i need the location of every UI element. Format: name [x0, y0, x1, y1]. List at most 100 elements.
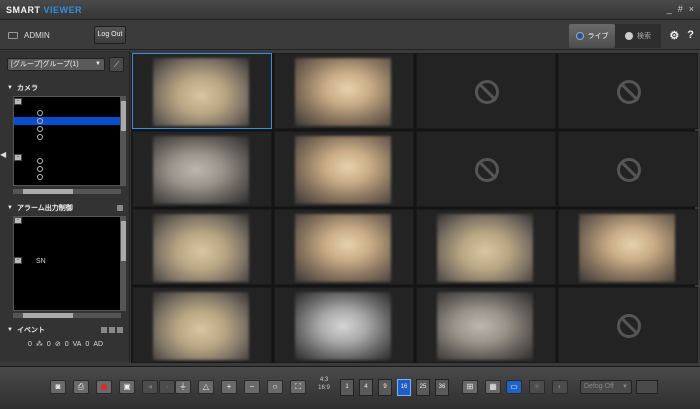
camera-feed [579, 214, 675, 282]
tree-node-icon[interactable]: - [14, 98, 22, 105]
video-tile[interactable] [416, 53, 556, 129]
video-tile[interactable] [132, 209, 272, 285]
video-tile[interactable] [416, 131, 556, 207]
record-button[interactable] [96, 380, 112, 394]
alarm-node-label: SN [36, 257, 46, 265]
split-16-button[interactable]: 16 [397, 379, 411, 396]
video-tile[interactable] [416, 287, 556, 363]
tab-search-label: 検索 [637, 33, 651, 40]
event-filter-icon[interactable] [101, 327, 107, 333]
alarm-section-header[interactable]: ▼ アラーム出力制御 [7, 202, 125, 213]
tree-row[interactable] [14, 157, 120, 165]
alarm-control-icon[interactable] [117, 205, 123, 211]
alarm-out-button[interactable]: ⏚ [175, 380, 191, 394]
camera-section-header[interactable]: ▼ カメラ [7, 82, 125, 93]
defog-value: Defog Off [584, 383, 614, 390]
aspect-bottom: 16:9 [318, 385, 330, 391]
split-25-button[interactable]: 25 [416, 379, 430, 396]
video-tile[interactable] [558, 287, 698, 363]
playback-button[interactable]: ▣ [119, 380, 135, 394]
app-brand: SMART VIEWER [6, 5, 82, 15]
camera-icon [37, 158, 43, 164]
video-tile[interactable] [274, 53, 414, 129]
camera-feed [153, 214, 249, 282]
fullscreen-button[interactable]: ⛶ [290, 380, 306, 394]
tab-live[interactable]: ライブ [569, 24, 615, 48]
event-count: 0 [85, 340, 90, 348]
group-edit-button[interactable]: ⟋ [109, 57, 124, 72]
camera-feed [295, 136, 391, 204]
split-1-button[interactable]: 1 [340, 379, 354, 396]
tree-row[interactable] [14, 125, 120, 133]
tree-row[interactable] [14, 109, 120, 117]
close-button[interactable]: × [689, 4, 694, 14]
mic-icon[interactable]: ◦ [159, 380, 175, 394]
tree-row[interactable] [14, 173, 120, 181]
video-tile[interactable] [558, 131, 698, 207]
alarm-tree[interactable]: SN [13, 216, 121, 311]
video-grid [131, 53, 698, 363]
alarm-node-row[interactable]: SN [14, 257, 120, 265]
event-count: 0 [64, 340, 69, 348]
collapse-icon: ▼ [7, 204, 13, 211]
group-select[interactable]: [グループ]グループ(1) ▼ [7, 58, 105, 71]
defog-select[interactable]: Defog Off ▼ [580, 380, 632, 394]
video-tile[interactable] [558, 53, 698, 129]
scroll-thumb[interactable] [23, 189, 73, 194]
zoom-fit-button[interactable]: ○ [267, 380, 283, 394]
scroll-thumb[interactable] [23, 313, 73, 318]
alarm-tree-hscroll[interactable] [13, 313, 121, 318]
snapshot-button[interactable]: ◙ [50, 380, 66, 394]
video-tile[interactable] [132, 287, 272, 363]
tree-node-icon[interactable]: - [14, 217, 22, 224]
tab-live-label: ライブ [587, 33, 609, 40]
video-tile[interactable] [132, 53, 272, 129]
logout-button[interactable]: Log Out [94, 26, 126, 44]
defog-level[interactable] [636, 380, 658, 394]
sequence-button[interactable]: ⊞ [462, 380, 478, 394]
tree-row[interactable] [14, 165, 120, 173]
event-section-title: イベント [16, 326, 45, 334]
tab-search[interactable]: 検索 [615, 24, 661, 48]
video-tile[interactable] [274, 131, 414, 207]
brand-smart: SMART [6, 5, 41, 15]
alarm-tree-scrollbar[interactable] [121, 216, 126, 311]
gear-icon[interactable]: ⚙ [669, 29, 679, 42]
no-signal-icon [475, 80, 499, 104]
layout-button[interactable]: ▦ [485, 380, 501, 394]
brightness-icon[interactable]: ✳ [529, 380, 545, 394]
minimize-button[interactable]: _ [667, 4, 672, 14]
zoom-out-button[interactable]: − [244, 380, 260, 394]
ptz-button[interactable]: △ [198, 380, 214, 394]
split-9-button[interactable]: 9 [378, 379, 392, 396]
tree-row[interactable] [14, 133, 120, 141]
sidebar-collapse-icon[interactable]: ◀ [0, 150, 6, 162]
zoom-in-button[interactable]: + [221, 380, 237, 394]
contrast-icon[interactable]: ◐ [552, 380, 568, 394]
aspect-ratio-toggle[interactable]: 4:3 16:9 [313, 376, 335, 398]
scroll-thumb[interactable] [121, 101, 126, 131]
split-4-button[interactable]: 4 [359, 379, 373, 396]
video-tile[interactable] [558, 209, 698, 285]
print-button[interactable]: ⎙ [73, 380, 89, 394]
camera-tree[interactable] [13, 96, 121, 186]
maximize-button[interactable]: # [678, 4, 683, 14]
audio-icon[interactable]: ◂ [142, 380, 158, 394]
video-tile[interactable] [132, 131, 272, 207]
help-icon[interactable]: ? [687, 29, 694, 42]
camera-tree-hscroll[interactable] [13, 189, 121, 194]
tree-row-selected[interactable] [14, 117, 120, 125]
split-36-button[interactable]: 36 [435, 379, 449, 396]
event-list-icon[interactable] [117, 327, 123, 333]
group-select-value: [グループ]グループ(1) [11, 61, 79, 68]
video-tile[interactable] [416, 209, 556, 285]
scroll-thumb[interactable] [121, 221, 126, 261]
video-tile[interactable] [274, 287, 414, 363]
tree-node-icon[interactable]: - [14, 257, 22, 264]
camera-tree-scrollbar[interactable] [121, 96, 126, 186]
camera-section-title: カメラ [16, 84, 38, 92]
screen-button[interactable]: ▭ [506, 380, 522, 394]
event-clear-icon[interactable] [109, 327, 115, 333]
tree-node-icon[interactable]: - [14, 154, 22, 161]
video-tile[interactable] [274, 209, 414, 285]
